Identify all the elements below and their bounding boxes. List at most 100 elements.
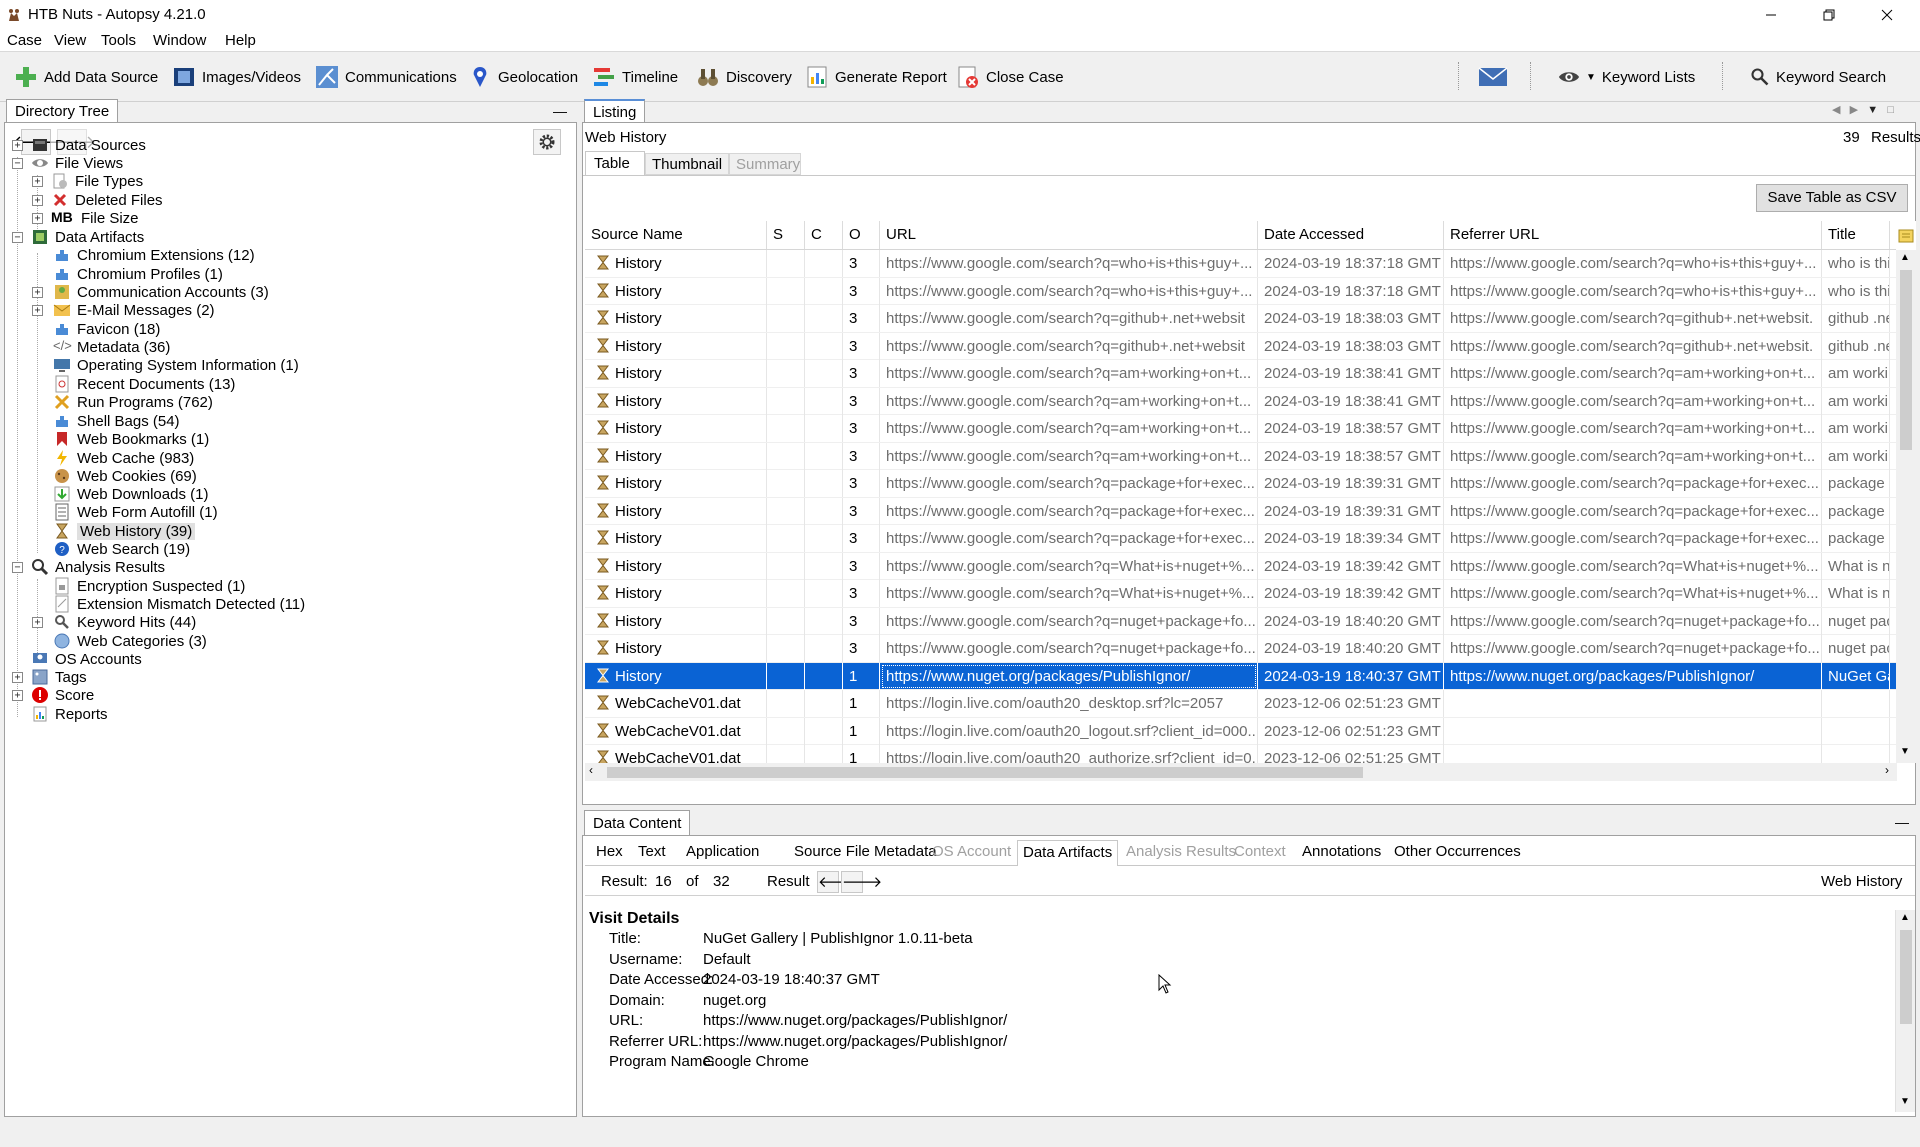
table-row[interactable]: History 3 https://www.google.com/search?q=… bbox=[585, 360, 1897, 388]
column-header-date-accessed[interactable]: Date Accessed bbox=[1258, 221, 1444, 249]
scroll-right-icon[interactable]: › bbox=[1885, 763, 1889, 777]
save-table-csv-button[interactable]: Save Table as CSV bbox=[1756, 184, 1908, 212]
tab-list-dropdown-icon[interactable]: ▼ bbox=[1867, 104, 1878, 116]
h-scroll-thumb[interactable] bbox=[607, 767, 1363, 778]
scroll-left-icon[interactable]: ◀ bbox=[1832, 104, 1840, 116]
column-header-url[interactable]: URL bbox=[880, 221, 1258, 249]
table-vertical-scrollbar[interactable]: ▲ ▼ bbox=[1896, 250, 1916, 763]
tab-context[interactable]: Context bbox=[1229, 840, 1291, 866]
column-header-score[interactable]: S bbox=[767, 221, 805, 249]
scroll-thumb[interactable] bbox=[1900, 930, 1912, 1024]
tab-application[interactable]: Application bbox=[681, 840, 764, 866]
discovery-button[interactable]: Discovery bbox=[696, 62, 792, 92]
tab-table-view[interactable]: Table bbox=[585, 151, 645, 175]
scroll-left-icon[interactable]: ‹ bbox=[589, 763, 593, 777]
scroll-up-icon[interactable]: ▲ bbox=[1900, 252, 1910, 263]
table-row[interactable]: History 3 https://www.google.com/search?q=… bbox=[585, 387, 1897, 415]
keyword-search-button[interactable]: Keyword Search bbox=[1750, 62, 1886, 92]
keyword-lists-button[interactable]: ▼ Keyword Lists bbox=[1558, 62, 1695, 92]
menu-tools[interactable]: Tools bbox=[101, 32, 136, 49]
column-chooser-button[interactable] bbox=[1896, 221, 1916, 250]
tab-summary-view[interactable]: Summary bbox=[729, 153, 801, 175]
source-name-text: History bbox=[615, 667, 662, 685]
scroll-up-icon[interactable]: ▲ bbox=[1900, 912, 1910, 923]
scroll-down-icon[interactable]: ▼ bbox=[1900, 746, 1910, 757]
table-row[interactable]: History 1 https://www.nuget.org/packages/P… bbox=[585, 662, 1897, 690]
collapse-file-views[interactable]: − bbox=[12, 158, 23, 169]
minimize-panel-icon[interactable]: — bbox=[553, 103, 567, 119]
timeline-button[interactable]: Timeline bbox=[592, 62, 678, 92]
details-vertical-scrollbar[interactable]: ▲ ▼ bbox=[1895, 910, 1915, 1112]
expand-communication-accounts[interactable]: + bbox=[32, 287, 43, 298]
minimize-panel-icon[interactable]: — bbox=[1895, 814, 1909, 830]
menu-case[interactable]: Case bbox=[7, 32, 42, 49]
restore-button[interactable] bbox=[1806, 0, 1852, 30]
email-button[interactable] bbox=[1478, 62, 1508, 92]
expand-file-size[interactable]: + bbox=[32, 213, 43, 224]
tab-listing[interactable]: Listing bbox=[584, 99, 646, 123]
generate-report-button[interactable]: Generate Report bbox=[805, 62, 947, 92]
close-window-button[interactable] bbox=[1864, 0, 1910, 30]
tab-text[interactable]: Text bbox=[633, 840, 671, 866]
expand-email-messages[interactable]: + bbox=[32, 305, 43, 316]
tree-settings-button[interactable] bbox=[533, 129, 561, 155]
tab-data-artifacts[interactable]: Data Artifacts bbox=[1017, 840, 1119, 866]
tab-data-content[interactable]: Data Content bbox=[584, 810, 691, 836]
next-result-button[interactable]: 🡒 bbox=[841, 871, 882, 893]
tab-annotations[interactable]: Annotations bbox=[1297, 840, 1386, 866]
table-row[interactable]: WebCacheV01.dat 1 https://login.live.com/o… bbox=[585, 717, 1897, 745]
tab-thumbnail-view[interactable]: Thumbnail bbox=[645, 153, 729, 175]
table-row[interactable]: History 3 https://www.google.com/search?q=… bbox=[585, 552, 1897, 580]
tab-source-file-metadata[interactable]: Source File Metadata bbox=[789, 840, 942, 866]
previous-result-button[interactable]: 🡐 bbox=[817, 871, 858, 893]
table-row[interactable]: WebCacheV01.dat 1 https://login.live.com/o… bbox=[585, 690, 1897, 718]
tab-hex[interactable]: Hex bbox=[591, 840, 628, 866]
scroll-down-icon[interactable]: ▼ bbox=[1900, 1096, 1910, 1107]
hourglass-icon bbox=[597, 585, 609, 600]
close-case-button[interactable]: Close Case bbox=[956, 62, 1064, 92]
table-row[interactable]: History 3 https://www.google.com/search?q=… bbox=[585, 607, 1897, 635]
expand-tags[interactable]: + bbox=[12, 672, 23, 683]
table-row[interactable]: History 3 https://www.google.com/search?q=… bbox=[585, 250, 1897, 278]
geolocation-button[interactable]: Geolocation bbox=[468, 62, 578, 92]
expand-file-types[interactable]: + bbox=[32, 176, 43, 187]
column-header-title[interactable]: Title bbox=[1822, 221, 1890, 249]
table-row[interactable]: History 3 https://www.google.com/search?q=… bbox=[585, 580, 1897, 608]
tab-analysis-results[interactable]: Analysis Results bbox=[1121, 840, 1241, 866]
tab-other-occurrences[interactable]: Other Occurrences bbox=[1389, 840, 1526, 866]
column-header-occurrences[interactable]: O bbox=[843, 221, 880, 249]
table-row[interactable]: History 3 https://www.google.com/search?q=… bbox=[585, 442, 1897, 470]
expand-score[interactable]: + bbox=[12, 690, 23, 701]
tab-os-account[interactable]: OS Account bbox=[927, 840, 1016, 866]
table-row[interactable]: History 3 https://www.google.com/search?q=… bbox=[585, 525, 1897, 553]
tree-node-reports[interactable]: Reports bbox=[31, 703, 108, 725]
table-row[interactable]: History 3 https://www.google.com/search?q=… bbox=[585, 415, 1897, 443]
table-row[interactable]: History 3 https://www.google.com/search?q=… bbox=[585, 277, 1897, 305]
maximize-panel-icon[interactable]: □ bbox=[1887, 104, 1894, 116]
table-horizontal-scrollbar[interactable]: ‹ › bbox=[585, 763, 1897, 781]
menu-window[interactable]: Window bbox=[153, 32, 206, 49]
add-data-source-button[interactable]: Add Data Source bbox=[14, 62, 158, 92]
column-header-comment[interactable]: C bbox=[805, 221, 843, 249]
menu-help[interactable]: Help bbox=[225, 32, 256, 49]
communications-button[interactable]: Communications bbox=[315, 62, 457, 92]
column-header-source-name[interactable]: Source Name bbox=[585, 221, 767, 249]
images-videos-button[interactable]: Images/Videos bbox=[172, 62, 301, 92]
column-header-referrer-url[interactable]: Referrer URL bbox=[1444, 221, 1822, 249]
table-row[interactable]: History 3 https://www.google.com/search?q=… bbox=[585, 497, 1897, 525]
tab-directory-tree[interactable]: Directory Tree bbox=[6, 99, 119, 123]
expand-data-sources[interactable]: + bbox=[12, 140, 23, 151]
collapse-data-artifacts[interactable]: − bbox=[12, 232, 23, 243]
menu-view[interactable]: View bbox=[54, 32, 86, 49]
table-row[interactable]: History 3 https://www.google.com/search?q=… bbox=[585, 635, 1897, 663]
table-row[interactable]: History 3 https://www.google.com/search?q=… bbox=[585, 305, 1897, 333]
table-row[interactable]: WebCacheV01.dat 1 https://login.live.com/o… bbox=[585, 745, 1897, 763]
expand-keyword-hits[interactable]: + bbox=[32, 617, 43, 628]
scroll-thumb[interactable] bbox=[1900, 270, 1912, 450]
table-row[interactable]: History 3 https://www.google.com/search?q=… bbox=[585, 332, 1897, 360]
expand-deleted-files[interactable]: + bbox=[32, 195, 43, 206]
minimize-button[interactable] bbox=[1748, 0, 1794, 30]
collapse-analysis-results[interactable]: − bbox=[12, 562, 23, 573]
table-row[interactable]: History 3 https://www.google.com/search?q=… bbox=[585, 470, 1897, 498]
scroll-right-icon[interactable]: ▶ bbox=[1850, 104, 1858, 116]
